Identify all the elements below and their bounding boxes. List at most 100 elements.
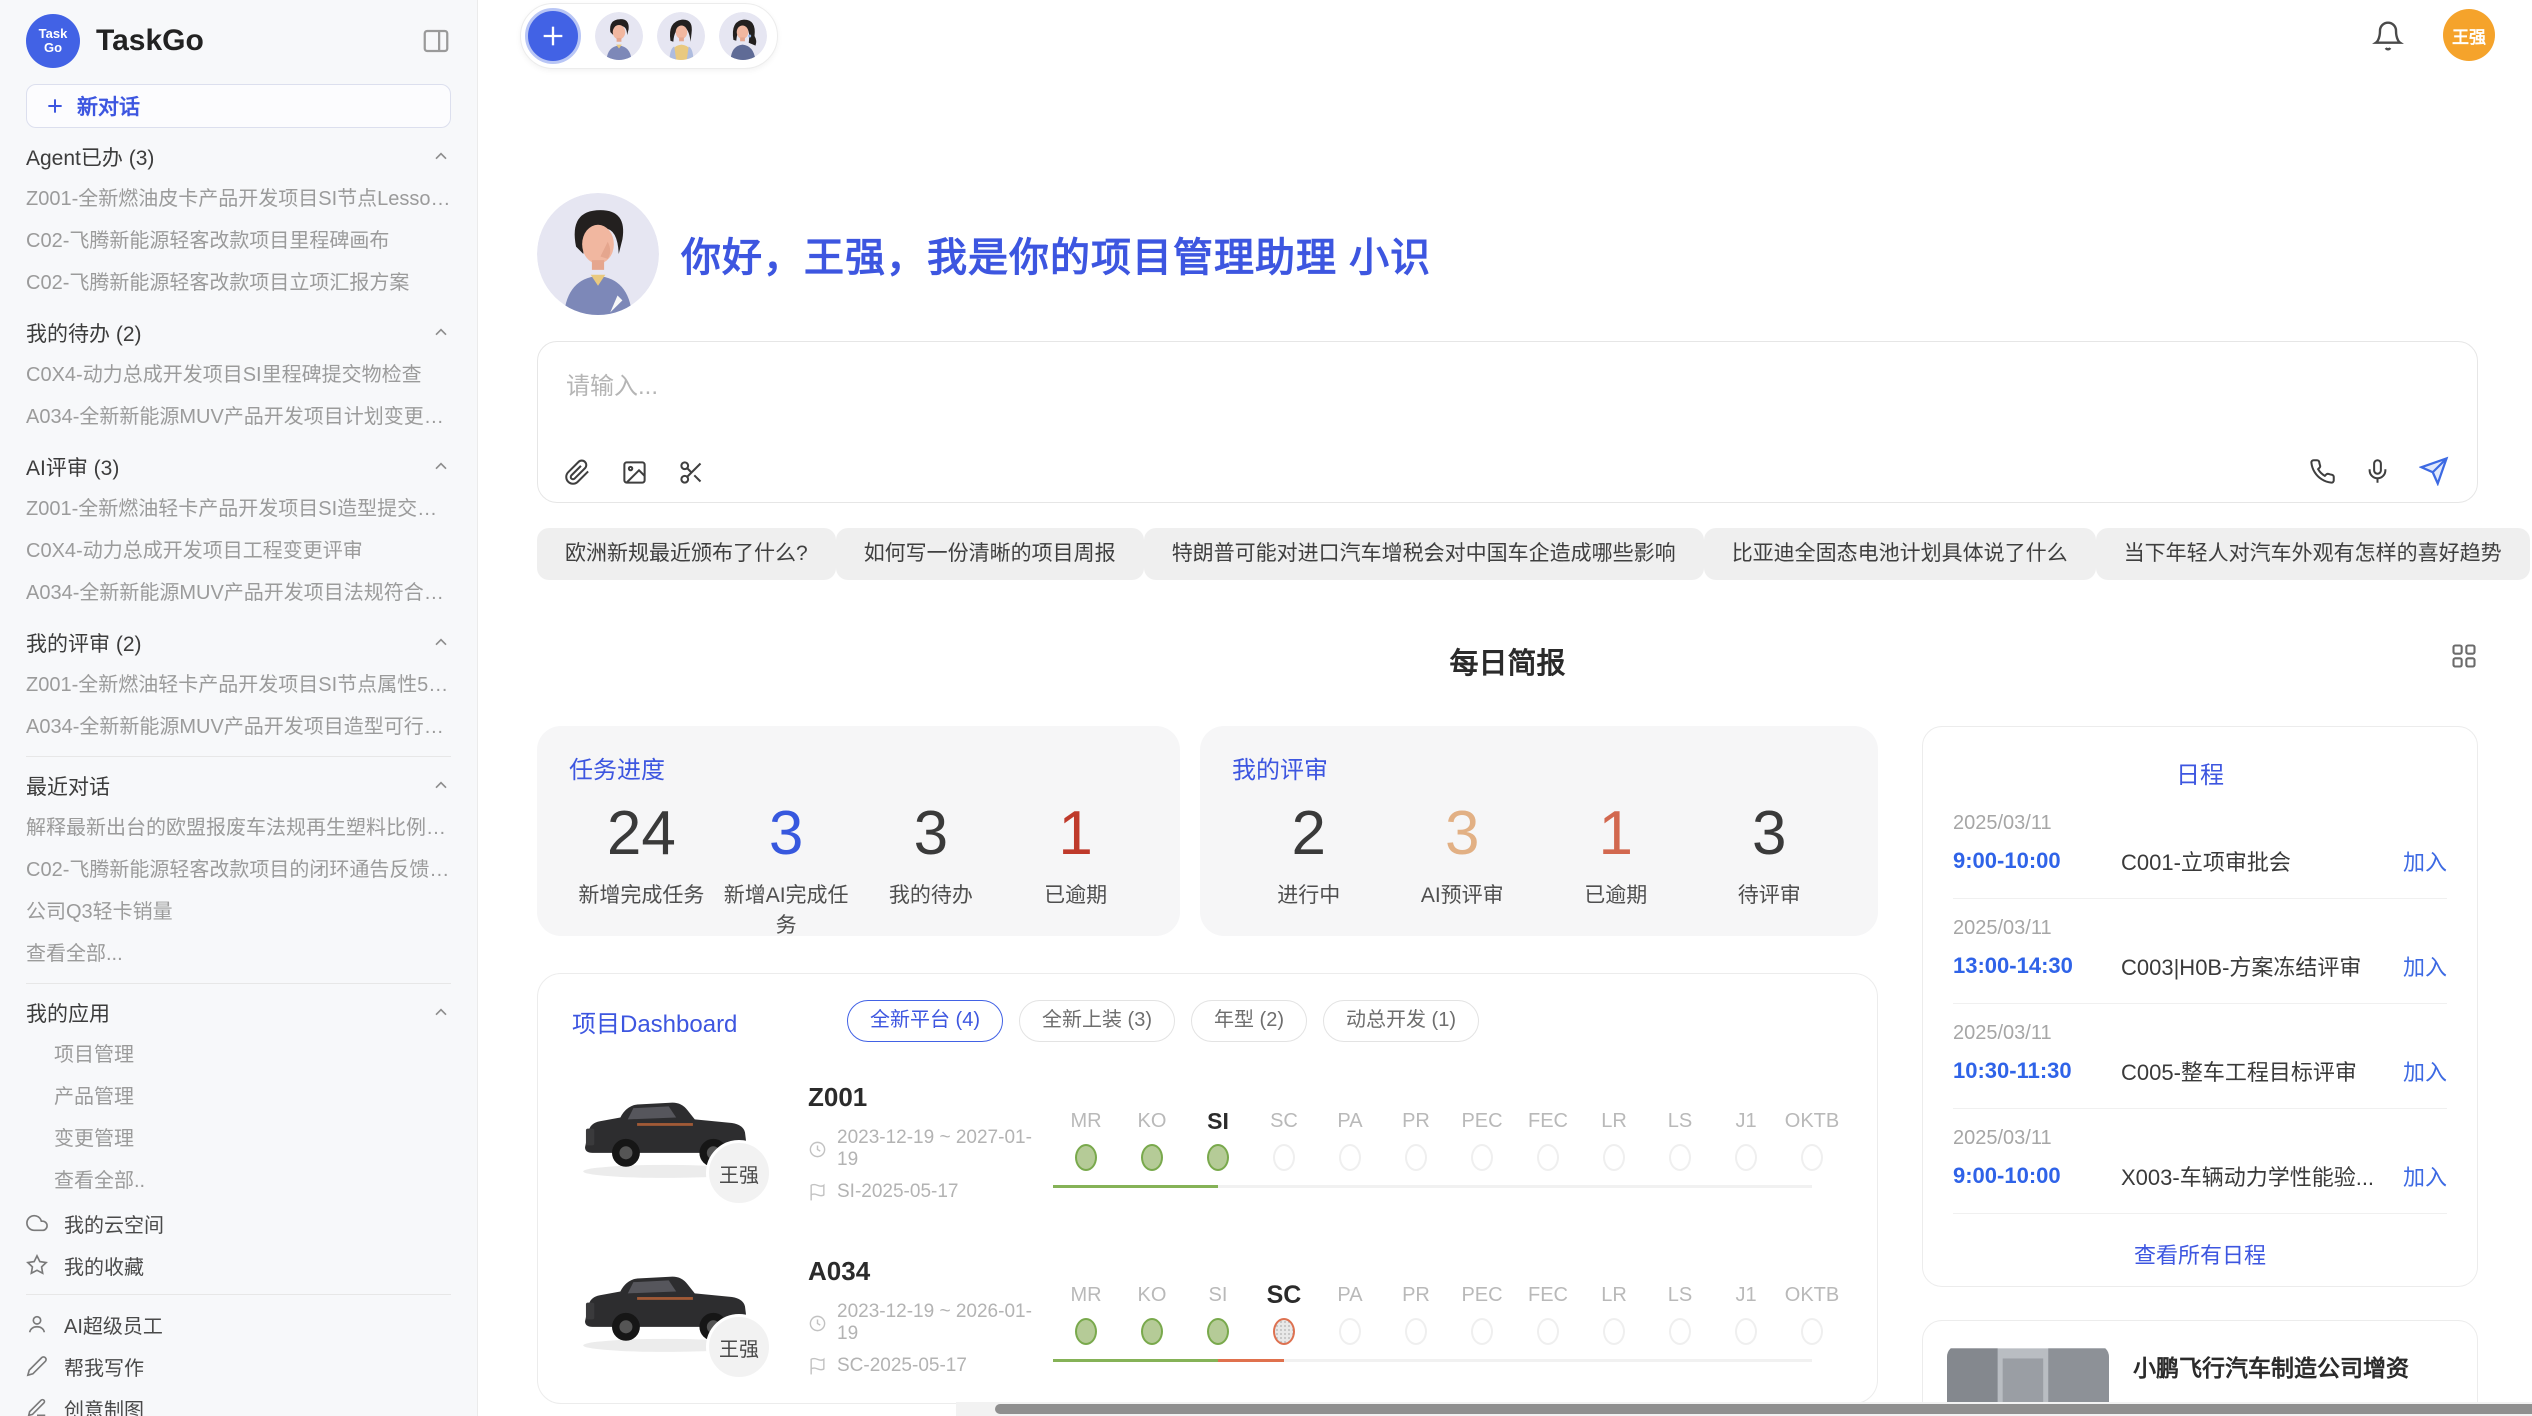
- sidebar-item-product-mgmt[interactable]: 产品管理: [26, 1076, 451, 1118]
- user-avatar[interactable]: 王强: [2443, 9, 2495, 61]
- filter-chip-upfit[interactable]: 全新上装 (3): [1019, 1000, 1175, 1042]
- section-header-my-review[interactable]: 我的评审 (2): [26, 622, 451, 664]
- view-all-schedule-link[interactable]: 查看所有日程: [1953, 1238, 2447, 1270]
- phone-call-icon[interactable]: [2309, 458, 2336, 485]
- milestone-j1: J1: [1713, 1278, 1779, 1345]
- plus-icon: [45, 96, 65, 116]
- sidebar-item[interactable]: 解释最新出台的欧盟报废车法规再生塑料比例被调至15%...: [26, 807, 451, 849]
- milestone-node: [1207, 1144, 1229, 1171]
- milestone-node: [1075, 1144, 1097, 1171]
- clock-icon: [808, 1140, 827, 1159]
- add-contact-button[interactable]: [525, 8, 581, 64]
- project-flag-text: SI-2025-05-17: [837, 1181, 958, 1203]
- sidebar-item-favorites[interactable]: 我的收藏: [26, 1244, 451, 1286]
- section-header-recent-chats[interactable]: 最近对话: [26, 765, 451, 807]
- microphone-icon[interactable]: [2364, 458, 2391, 485]
- scissors-icon[interactable]: [678, 459, 705, 486]
- contact-avatar-1[interactable]: [595, 12, 643, 60]
- sidebar-item[interactable]: Z001-全新燃油皮卡产品开发项目SI节点Lesson Learn报告: [26, 178, 451, 220]
- sidebar-item-change-mgmt[interactable]: 变更管理: [26, 1118, 451, 1160]
- collapse-sidebar-icon[interactable]: [421, 26, 451, 56]
- join-meeting-link[interactable]: 加入: [2403, 1055, 2447, 1087]
- sidebar-item[interactable]: A034-全新新能源MUV产品开发项目计划变更表编写: [26, 396, 451, 438]
- section-header-ai-review[interactable]: AI评审 (3): [26, 446, 451, 488]
- sidebar-item-cloud-space[interactable]: 我的云空间: [26, 1202, 451, 1244]
- sidebar-item[interactable]: Z001-全新燃油轻卡产品开发项目SI节点属性5D文件评审: [26, 664, 451, 706]
- sidebar-item-view-all[interactable]: 查看全部...: [26, 933, 451, 975]
- layout-grid-icon[interactable]: [2450, 642, 2478, 670]
- sidebar-item[interactable]: A034-全新新能源MUV产品开发项目造型可行性评审: [26, 706, 451, 748]
- stat-ai-prereview: 3 AI预评审: [1386, 795, 1540, 909]
- contact-avatar-2[interactable]: [657, 12, 705, 60]
- horizontal-scrollbar-thumb[interactable]: [995, 1404, 2532, 1414]
- sidebar-section-agent-done: Agent已办 (3) Z001-全新燃油皮卡产品开发项目SI节点Lesson …: [26, 136, 451, 304]
- project-row-a034[interactable]: 王强 A034 2023-12-19 ~ 2026-01-19 SC-2025-…: [572, 1248, 1843, 1377]
- contact-avatar-3[interactable]: [719, 12, 767, 60]
- chat-input[interactable]: [538, 342, 2477, 434]
- section-header-my-todo[interactable]: 我的待办 (2): [26, 312, 451, 354]
- milestone-node: [1273, 1144, 1295, 1171]
- milestone-ko: KO: [1119, 1278, 1185, 1345]
- filter-chip-powertrain[interactable]: 动总开发 (1): [1323, 1000, 1479, 1042]
- milestone-ls: LS: [1647, 1104, 1713, 1171]
- join-meeting-link[interactable]: 加入: [2403, 950, 2447, 982]
- event-time: 9:00-10:00: [1953, 1163, 2121, 1189]
- sidebar-item[interactable]: A034-全新新能源MUV产品开发项目法规符合性评审: [26, 572, 451, 614]
- section-title: AI评审 (3): [26, 452, 119, 482]
- stat-value: 3: [1693, 795, 1847, 873]
- daily-brief-title: 每日简报: [537, 640, 2478, 682]
- sidebar-item[interactable]: C0X4-动力总成开发项目SI里程碑提交物检查: [26, 354, 451, 396]
- send-icon[interactable]: [2419, 456, 2449, 486]
- flag-icon: [808, 1357, 827, 1376]
- sidebar-item-write-helper[interactable]: 帮我写作: [26, 1345, 451, 1387]
- suggestion-chip[interactable]: 如何写一份清晰的项目周报: [836, 528, 1144, 580]
- filter-chip-modelyear[interactable]: 年型 (2): [1191, 1000, 1307, 1042]
- horizontal-scrollbar-track[interactable]: [956, 1402, 2532, 1416]
- milestone-ko: KO: [1119, 1104, 1185, 1171]
- sidebar-item[interactable]: Z001-全新燃油轻卡产品开发项目SI造型提交物评审: [26, 488, 451, 530]
- milestone-label: SC: [1251, 1104, 1317, 1138]
- composer-left-icons: [564, 459, 705, 486]
- section-header-my-apps[interactable]: 我的应用: [26, 992, 451, 1034]
- new-chat-button[interactable]: 新对话: [26, 84, 451, 128]
- stat-value: 24: [569, 795, 714, 873]
- stat-label: 新增完成任务: [569, 879, 714, 909]
- sidebar-item[interactable]: C02-飞腾新能源轻客改款项目里程碑画布: [26, 220, 451, 262]
- sidebar-item-ai-employee[interactable]: AI超级员工: [26, 1303, 451, 1345]
- suggestion-chip[interactable]: 特朗普可能对进口汽车增税会对中国车企造成哪些影响: [1144, 528, 1704, 580]
- suggestion-chip[interactable]: 当下年轻人对汽车外观有怎样的喜好趋势: [2096, 528, 2530, 580]
- project-dashboard-card: 项目Dashboard 全新平台 (4) 全新上装 (3) 年型 (2) 动总开…: [537, 973, 1878, 1404]
- card-title: 我的评审: [1232, 750, 1846, 785]
- suggestion-chip[interactable]: 比亚迪全固态电池计划具体说了什么: [1704, 528, 2096, 580]
- section-header-agent-done[interactable]: Agent已办 (3): [26, 136, 451, 178]
- sidebar-header: Task Go TaskGo: [26, 10, 451, 72]
- project-row-z001[interactable]: 王强 Z001 2023-12-19 ~ 2027-01-19 SI-2025-…: [572, 1074, 1843, 1203]
- section-title: 我的待办 (2): [26, 318, 142, 348]
- join-meeting-link[interactable]: 加入: [2403, 845, 2447, 877]
- app-logo: Task Go: [26, 14, 80, 68]
- milestone-node: [1669, 1144, 1691, 1171]
- image-upload-icon[interactable]: [621, 459, 648, 486]
- milestone-node: [1735, 1144, 1757, 1171]
- suggestion-chip[interactable]: 欧洲新规最近颁布了什么?: [537, 528, 836, 580]
- join-meeting-link[interactable]: 加入: [2403, 1160, 2447, 1192]
- attachment-icon[interactable]: [564, 459, 591, 486]
- sidebar-item-label: 创意制图: [64, 1394, 144, 1416]
- sidebar-item[interactable]: 公司Q3轻卡销量: [26, 891, 451, 933]
- my-reviews-card: 我的评审 2 进行中 3 AI预评审 1: [1200, 726, 1878, 936]
- section-title: 最近对话: [26, 771, 110, 801]
- sidebar-item[interactable]: C02-飞腾新能源轻客改款项目立项汇报方案: [26, 262, 451, 304]
- filter-chip-platform[interactable]: 全新平台 (4): [847, 1000, 1003, 1042]
- sidebar-item[interactable]: C02-飞腾新能源轻客改款项目的闭环通告反馈情况: [26, 849, 451, 891]
- card-title: 任务进度: [569, 750, 1148, 785]
- sidebar-item-project-mgmt[interactable]: 项目管理: [26, 1034, 451, 1076]
- project-code: Z001: [808, 1082, 1053, 1113]
- milestone-label: PEC: [1449, 1104, 1515, 1138]
- sidebar-item-view-all-apps[interactable]: 查看全部..: [26, 1160, 451, 1202]
- quick-contacts-bar: [520, 3, 778, 69]
- notifications-bell-icon[interactable]: [2372, 20, 2404, 52]
- event-time: 13:00-14:30: [1953, 953, 2121, 979]
- milestone-node: [1735, 1318, 1757, 1345]
- sidebar-item-creative-draw[interactable]: 创意制图: [26, 1387, 451, 1416]
- sidebar-item[interactable]: C0X4-动力总成开发项目工程变更评审: [26, 530, 451, 572]
